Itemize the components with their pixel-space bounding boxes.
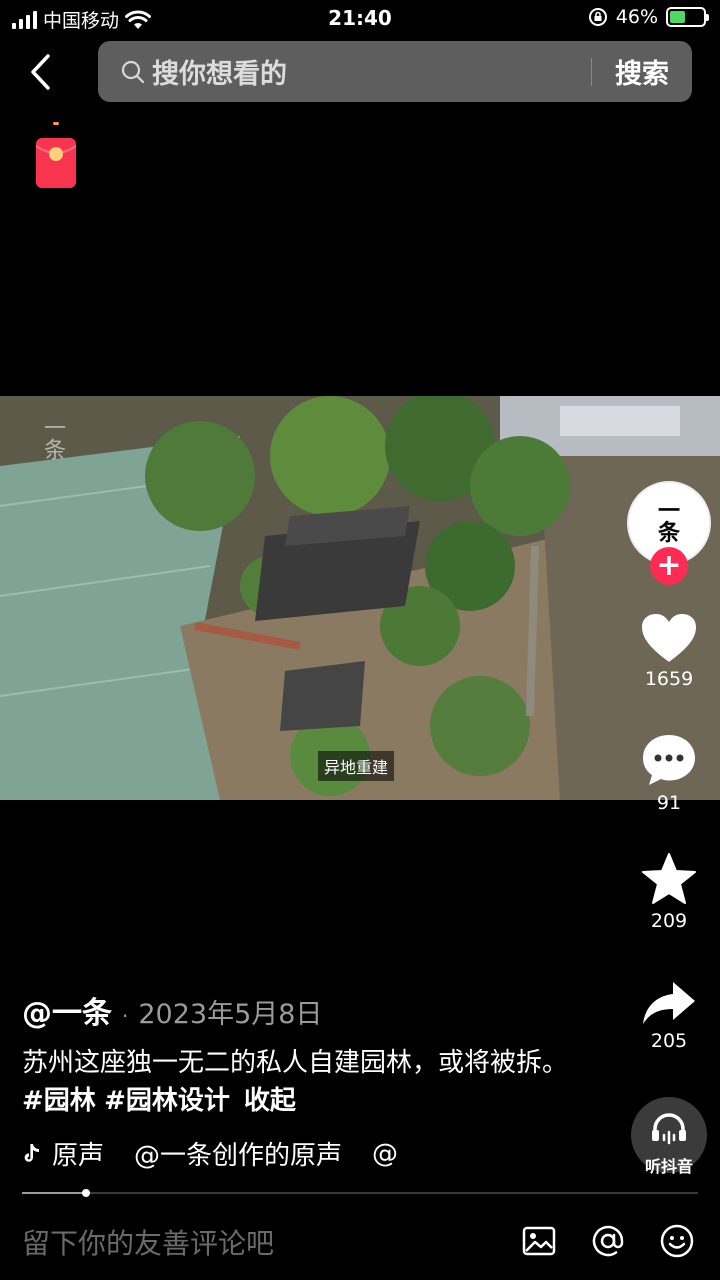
music-original-label: 原声: [52, 1141, 105, 1171]
video-progress-bar[interactable]: [22, 1189, 698, 1197]
emoji-icon[interactable]: [659, 1223, 695, 1259]
battery-fill: [670, 11, 685, 23]
video-watermark: 一条: [40, 416, 65, 460]
progress-knob[interactable]: [82, 1189, 91, 1197]
post-description: 苏州这座独一无二的私人自建园林，或将被拆。 #园林 #园林设计 收起: [22, 1044, 582, 1120]
red-packet-button[interactable]: [35, 120, 77, 190]
music-line[interactable]: 原声 @一条创作的原声 @: [22, 1135, 432, 1172]
video-caption: 异地重建: [318, 751, 395, 781]
status-right: 46%: [588, 6, 709, 28]
search-input[interactable]: 搜你想看的 搜索: [98, 41, 692, 102]
follow-button[interactable]: +: [650, 547, 688, 585]
red-packet-icon: [35, 122, 77, 188]
progress-fill: [22, 1192, 87, 1194]
music-title: @一条创作的原声: [134, 1141, 343, 1171]
share-icon: [643, 982, 695, 1024]
listen-douyin-label: 听抖音: [644, 1157, 693, 1176]
like-count: 1659: [644, 668, 694, 690]
hashtag-garden-design[interactable]: #园林设计: [104, 1086, 230, 1116]
like-button[interactable]: 1659: [627, 612, 711, 690]
back-arrow-icon: [31, 54, 50, 90]
share-count: 205: [650, 1030, 688, 1052]
image-icon[interactable]: [521, 1223, 557, 1259]
status-bar: 中国移动 21:40 46%: [0, 0, 720, 38]
avatar-text: 一条: [657, 499, 680, 546]
share-button[interactable]: 205: [627, 980, 711, 1052]
music-title-tail: @: [372, 1138, 399, 1169]
author-line: @一条 · 2023年5月8日: [22, 988, 322, 1032]
post-date: 2023年5月8日: [138, 999, 323, 1030]
author-name[interactable]: @一条: [22, 988, 112, 1032]
video-player[interactable]: 一条 异地重建: [0, 396, 720, 800]
separator-dot: ·: [122, 1004, 129, 1028]
comment-button[interactable]: 91: [627, 732, 711, 814]
favorite-button[interactable]: 209: [627, 852, 711, 932]
comment-icon: [643, 735, 695, 785]
search-icon: [121, 60, 145, 83]
battery-percent: 46%: [615, 6, 658, 28]
battery-charging-icon: [666, 7, 709, 27]
hashtag-garden[interactable]: #园林: [22, 1086, 96, 1116]
at-icon[interactable]: [590, 1223, 626, 1259]
collapse-button[interactable]: 收起: [244, 1086, 296, 1116]
comment-count: 91: [656, 792, 682, 814]
star-icon: [642, 853, 696, 904]
description-text: 苏州这座独一无二的私人自建园林，或将被拆。: [22, 1048, 569, 1078]
comment-input[interactable]: 留下你的友善评论吧: [22, 1222, 274, 1262]
back-button[interactable]: [20, 50, 60, 94]
video-frame-image: [0, 396, 720, 800]
search-placeholder: 搜你想看的: [152, 59, 287, 90]
headphones-icon: [652, 1113, 686, 1145]
search-button[interactable]: 搜索: [592, 52, 692, 91]
tiktok-note-icon: [24, 1143, 39, 1162]
heart-icon: [642, 614, 696, 662]
orientation-lock-icon: [588, 8, 607, 26]
favorite-count: 209: [650, 910, 688, 932]
